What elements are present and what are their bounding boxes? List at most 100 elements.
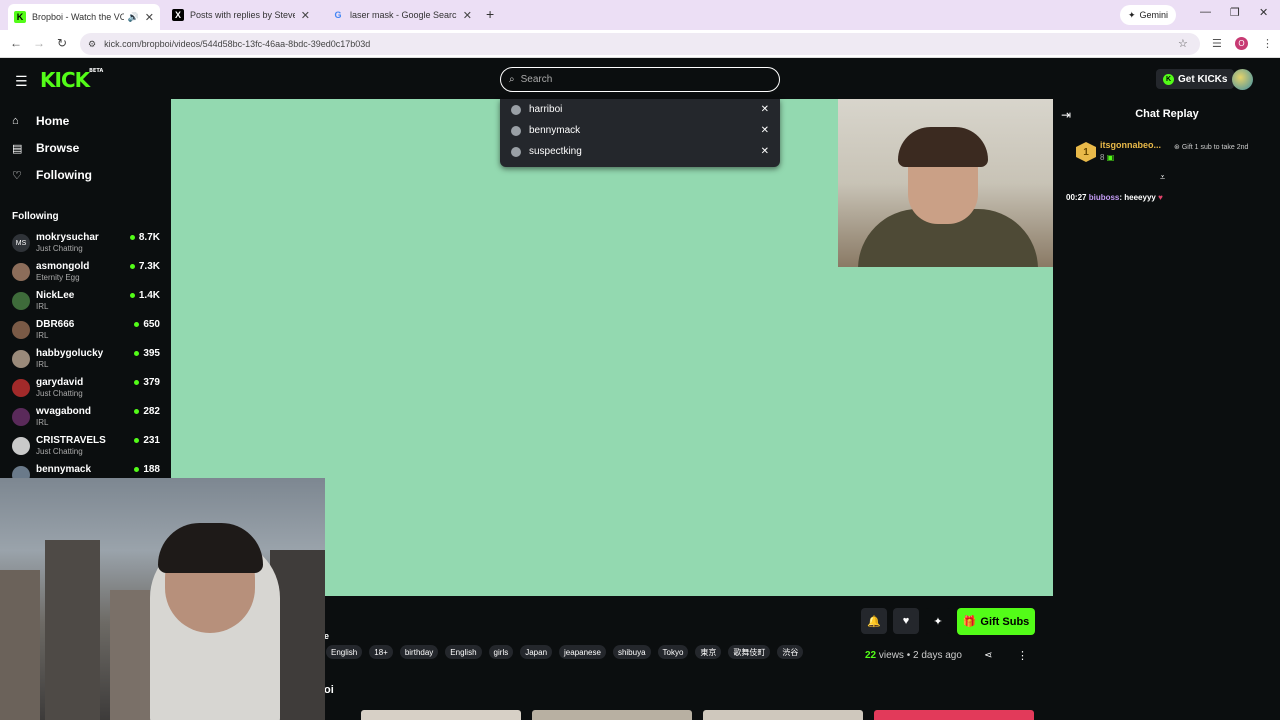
video-thumbnail[interactable]: [703, 710, 863, 720]
browser-tab-google[interactable]: G laser mask - Google Search ✕: [326, 4, 478, 26]
search-history-item[interactable]: suspectking ✕: [500, 141, 780, 162]
tag[interactable]: 18+: [369, 645, 393, 659]
streamer-hair: [158, 523, 263, 573]
channel-name: garydavid: [36, 377, 84, 388]
heart-icon: ♥: [902, 615, 910, 627]
search-input[interactable]: ⌕ Search: [500, 67, 780, 92]
search-history-item[interactable]: harriboi ✕: [500, 99, 780, 120]
avatar: [12, 263, 30, 281]
media-control-icon[interactable]: ☰: [1212, 37, 1222, 50]
following-channel[interactable]: asmongold Eternity Egg 7.3K: [12, 259, 160, 285]
browser-profile-avatar[interactable]: O: [1235, 37, 1248, 50]
following-channel[interactable]: wvagabond IRL 282: [12, 404, 160, 430]
sidebar-item-following[interactable]: ♡ Following: [12, 168, 92, 182]
close-tab-icon[interactable]: ✕: [301, 9, 310, 22]
chat-username[interactable]: biuboss: [1089, 193, 1120, 202]
search-history-label: harriboi: [529, 104, 563, 115]
close-tab-icon[interactable]: ✕: [145, 11, 154, 24]
bookmark-star-icon[interactable]: ☆: [1178, 37, 1188, 50]
url-text: kick.com/bropboi/videos/544d58bc-13fc-46…: [104, 39, 371, 49]
clip-button[interactable]: ✦: [925, 608, 951, 634]
logo-text: KICK: [40, 68, 90, 92]
home-icon: ⌂: [12, 115, 19, 127]
posted-date: 2 days ago: [913, 650, 962, 661]
gift-leader-count: 8 ▣: [1100, 153, 1114, 162]
search-placeholder: Search: [520, 74, 553, 85]
new-tab-icon[interactable]: +: [486, 6, 494, 22]
video-thumbnail[interactable]: [361, 710, 521, 720]
tag[interactable]: Japan: [520, 645, 553, 659]
following-channel[interactable]: CRISTRAVELS Just Chatting 231: [12, 433, 160, 459]
channel-category: Just Chatting: [36, 244, 83, 253]
speaker-icon[interactable]: 🔊: [128, 12, 139, 23]
tag[interactable]: English: [326, 645, 363, 659]
tag[interactable]: 歌舞伎町: [728, 645, 771, 659]
background-building: [45, 540, 100, 720]
channel-name: CRISTRAVELS: [36, 435, 106, 446]
browser-tab-x[interactable]: X Posts with replies by Steven - S ✕: [166, 4, 316, 26]
remove-history-icon[interactable]: ✕: [761, 146, 769, 157]
avatar: [12, 321, 30, 339]
tag[interactable]: jeapanese: [559, 645, 606, 659]
chat-panel: ⇥ Chat Replay 1 itsgonnabeo... 8 ▣ ⊛ Gif…: [1054, 99, 1280, 720]
video-thumbnail[interactable]: [532, 710, 692, 720]
restore-icon[interactable]: ❐: [1230, 6, 1240, 19]
gift-hint: ⊛ Gift 1 sub to take 2nd: [1174, 143, 1254, 152]
kick-logo[interactable]: KICKBETA: [40, 68, 103, 92]
search-history-item[interactable]: bennymack ✕: [500, 120, 780, 141]
follow-button[interactable]: ♥: [893, 608, 919, 634]
tag[interactable]: shibuya: [612, 645, 651, 659]
following-channel[interactable]: NickLee IRL 1.4K: [12, 288, 160, 314]
minimize-icon[interactable]: —: [1200, 6, 1211, 18]
tag[interactable]: Tokyo: [657, 645, 689, 659]
tag[interactable]: girls: [488, 645, 514, 659]
user-avatar[interactable]: [1232, 69, 1253, 90]
menu-icon[interactable]: ☰: [15, 73, 28, 90]
tag[interactable]: English: [445, 645, 482, 659]
tag[interactable]: 渋谷: [777, 645, 804, 659]
reload-icon[interactable]: ↻: [57, 36, 67, 50]
x-favicon-icon: X: [172, 9, 184, 21]
gift-subs-button[interactable]: 🎁 Gift Subs: [957, 608, 1035, 635]
browser-tab-kick[interactable]: K Bropboi - Watch the VOD o 🔊 ✕: [8, 4, 160, 30]
tab-title: Posts with replies by Steven - S: [190, 10, 295, 20]
section-title-fragment: oi: [324, 684, 334, 696]
tag[interactable]: 東京: [695, 645, 722, 659]
google-favicon-icon: G: [334, 10, 342, 20]
sidebar-item-label: Browse: [36, 141, 80, 155]
history-clock-icon: [511, 104, 521, 115]
viewer-count: 188: [134, 464, 160, 475]
tab-title: laser mask - Google Search: [350, 10, 457, 20]
tag[interactable]: birthday: [399, 645, 439, 659]
more-options-icon[interactable]: ⋮: [1017, 649, 1028, 662]
site-info-icon[interactable]: ⚙: [88, 39, 96, 50]
gemini-button[interactable]: ✦ Gemini: [1120, 5, 1177, 25]
following-channel[interactable]: garydavid Just Chatting 379: [12, 375, 160, 401]
close-tab-icon[interactable]: ✕: [463, 9, 472, 22]
remove-history-icon[interactable]: ✕: [761, 104, 769, 115]
sidebar-item-home[interactable]: ⌂ Home: [12, 114, 69, 128]
get-kicks-label: Get KICKs: [1178, 73, 1228, 85]
close-window-icon[interactable]: ✕: [1259, 6, 1268, 19]
get-kicks-button[interactable]: K Get KICKs: [1156, 69, 1235, 89]
chat-text: heeeyyy: [1124, 193, 1156, 202]
viewer-count: 379: [134, 377, 160, 388]
back-icon[interactable]: ←: [10, 36, 22, 50]
address-bar[interactable]: ⚙ kick.com/bropboi/videos/544d58bc-13fc-…: [80, 33, 1200, 55]
streamer-webcam-overlay: [0, 478, 325, 720]
following-channel[interactable]: MS mokrysuchar Just Chatting 8.7K: [12, 230, 160, 256]
video-webcam-feed: [838, 99, 1053, 267]
following-channel[interactable]: habbygolucky IRL 395: [12, 346, 160, 372]
share-icon[interactable]: ⋖: [984, 650, 992, 661]
following-channel[interactable]: DBR666 IRL 650: [12, 317, 160, 343]
menu-dots-icon[interactable]: ⋮: [1262, 37, 1273, 50]
forward-icon[interactable]: →: [33, 36, 45, 50]
gift-icon: 🎁: [962, 616, 977, 628]
gift-leader-name[interactable]: itsgonnabeo...: [1100, 140, 1184, 150]
remove-history-icon[interactable]: ✕: [761, 125, 769, 136]
notification-button[interactable]: 🔔: [861, 608, 887, 634]
video-thumbnail[interactable]: [874, 710, 1034, 720]
sidebar-item-browse[interactable]: ▤ Browse: [12, 141, 79, 155]
expand-leaderboard-icon[interactable]: ⩡: [1160, 172, 1165, 183]
viewer-count: 231: [134, 435, 160, 446]
